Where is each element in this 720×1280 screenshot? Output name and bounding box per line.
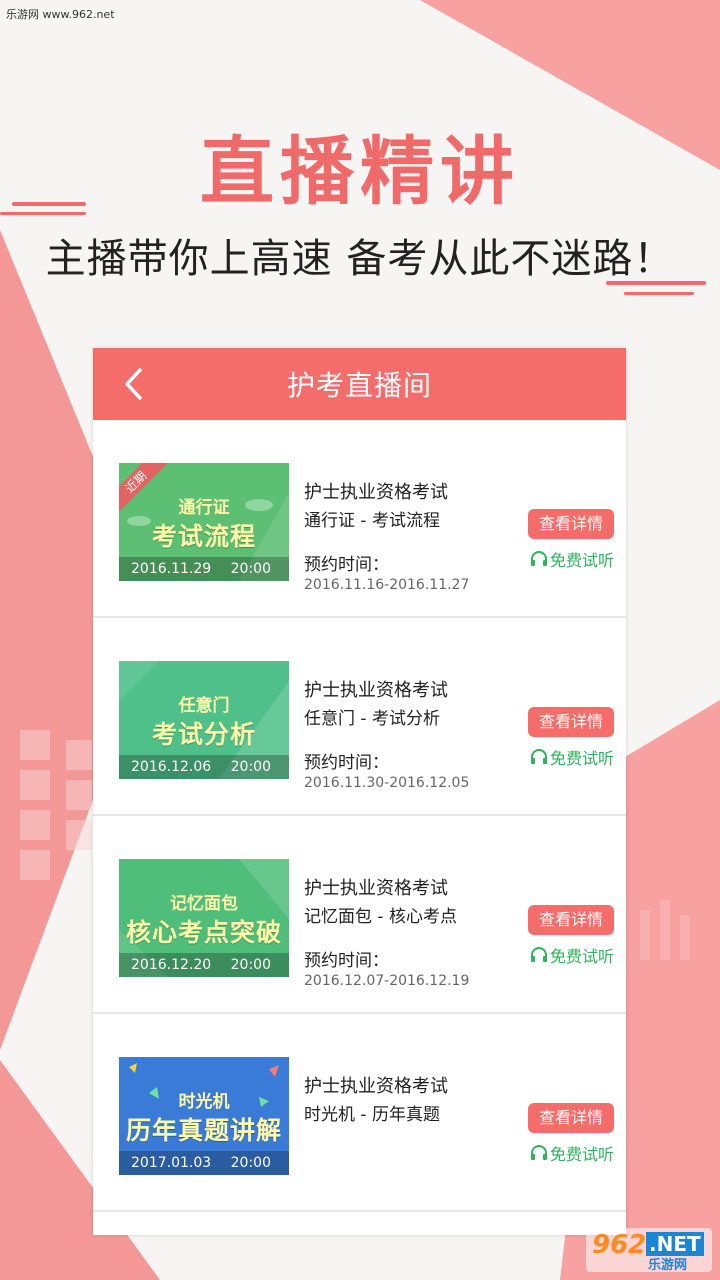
- live-date: 2017.01.03: [131, 1155, 212, 1171]
- headphones-icon: [531, 551, 547, 566]
- free-listen-label: 免费试听: [550, 947, 615, 966]
- back-button[interactable]: [115, 362, 151, 406]
- free-listen-link[interactable]: 免费试听: [530, 943, 614, 967]
- nav-title: 护考直播间: [286, 369, 432, 402]
- course-subtitle: 时光机 - 历年真题: [304, 1105, 440, 1125]
- course-title: 护士执业资格考试: [304, 482, 448, 503]
- view-detail-button[interactable]: 查看详情: [528, 707, 614, 737]
- headphones-icon: [531, 947, 547, 962]
- view-detail-button[interactable]: 查看详情: [528, 509, 614, 539]
- thumbnail-subtitle: 时光机: [178, 1092, 230, 1112]
- free-listen-label: 免费试听: [550, 1145, 615, 1164]
- thumbnail-title: 考试分析: [151, 720, 256, 749]
- live-date: 2016.12.06: [131, 759, 212, 775]
- free-listen-label: 免费试听: [550, 749, 615, 768]
- logo-cn: 乐游网: [648, 1258, 688, 1273]
- nav-bar: 护考直播间: [93, 348, 626, 420]
- reserve-label: 预约时间：: [304, 951, 389, 971]
- course-title: 护士执业资格考试: [304, 1076, 448, 1097]
- live-date: 2016.12.20: [131, 957, 212, 973]
- free-listen-link[interactable]: 免费试听: [530, 1141, 614, 1165]
- course-item[interactable]: 近期 通行证 考试流程 2016.11.29 20:00 护士执业资格考试 通行…: [93, 420, 626, 618]
- course-subtitle: 任意门 - 考试分析: [304, 709, 440, 729]
- thumbnail-datebar: 2016.12.20 20:00: [119, 953, 289, 977]
- logo-number: 962: [592, 1230, 647, 1260]
- live-time: 20:00: [230, 759, 271, 775]
- reserve-range: 2016.11.16-2016.11.27: [304, 577, 470, 593]
- decor-line: [0, 212, 86, 215]
- reserve-range: 2016.12.07-2016.12.19: [304, 973, 470, 989]
- live-time: 20:00: [230, 1155, 271, 1171]
- view-detail-button[interactable]: 查看详情: [528, 905, 614, 935]
- app-screen: 护考直播间 近期 通行证 考试流程 2016.11.29 20:00 护士执业资…: [93, 348, 626, 1235]
- view-detail-button[interactable]: 查看详情: [528, 1103, 614, 1133]
- thumbnail-title: 历年真题讲解: [125, 1116, 282, 1145]
- headphones-icon: [531, 1145, 547, 1160]
- course-item[interactable]: 记忆面包 核心考点突破 2016.12.20 20:00 护士执业资格考试 记忆…: [93, 816, 626, 1014]
- live-time: 20:00: [230, 561, 271, 577]
- thumbnail-subtitle: 通行证: [178, 498, 230, 518]
- thumbnail-datebar: 2016.12.06 20:00: [119, 755, 289, 779]
- free-listen-link[interactable]: 免费试听: [530, 745, 614, 769]
- course-list: 近期 通行证 考试流程 2016.11.29 20:00 护士执业资格考试 通行…: [93, 420, 626, 1212]
- thumbnail-title: 核心考点突破: [125, 918, 282, 947]
- live-time: 20:00: [230, 957, 271, 973]
- course-thumbnail[interactable]: 时光机 历年真题讲解 2017.01.03 20:00: [119, 1057, 289, 1175]
- chevron-left-icon: [125, 368, 142, 400]
- decor-line: [606, 281, 706, 285]
- course-subtitle: 通行证 - 考试流程: [304, 511, 440, 531]
- reserve-label: 预约时间：: [304, 753, 389, 773]
- free-listen-link[interactable]: 免费试听: [530, 547, 614, 571]
- site-logo: 962 .NET 乐游网: [586, 1228, 712, 1273]
- course-thumbnail[interactable]: 任意门 考试分析 2016.12.06 20:00: [119, 661, 289, 779]
- course-title: 护士执业资格考试: [304, 878, 448, 899]
- thumbnail-datebar: 2016.11.29 20:00: [119, 557, 289, 581]
- course-thumbnail[interactable]: 近期 通行证 考试流程 2016.11.29 20:00: [119, 463, 289, 581]
- course-title: 护士执业资格考试: [304, 680, 448, 701]
- thumbnail-datebar: 2017.01.03 20:00: [119, 1151, 289, 1175]
- headphones-icon: [531, 749, 547, 764]
- reserve-range: 2016.11.30-2016.12.05: [304, 775, 470, 791]
- course-item[interactable]: 任意门 考试分析 2016.12.06 20:00 护士执业资格考试 任意门 -…: [93, 618, 626, 816]
- subheadline: 主播带你上高速 备考从此不迷路！: [45, 236, 675, 282]
- thumbnail-title: 考试流程: [151, 522, 256, 551]
- course-item[interactable]: 时光机 历年真题讲解 2017.01.03 20:00 护士执业资格考试 时光机…: [93, 1014, 626, 1212]
- decor-line: [12, 202, 86, 206]
- course-thumbnail[interactable]: 记忆面包 核心考点突破 2016.12.20 20:00: [119, 859, 289, 977]
- thumbnail-subtitle: 任意门: [178, 696, 230, 716]
- free-listen-label: 免费试听: [550, 551, 615, 570]
- logo-site: .NET: [646, 1232, 704, 1256]
- course-subtitle: 记忆面包 - 核心考点: [304, 907, 457, 927]
- reserve-label: 预约时间：: [304, 555, 389, 575]
- decor-line: [624, 292, 694, 295]
- watermark-text: 乐游网 www.962.net: [6, 8, 115, 21]
- headline: 直播精讲: [200, 129, 520, 215]
- thumbnail-subtitle: 记忆面包: [170, 894, 238, 914]
- live-date: 2016.11.29: [131, 561, 212, 577]
